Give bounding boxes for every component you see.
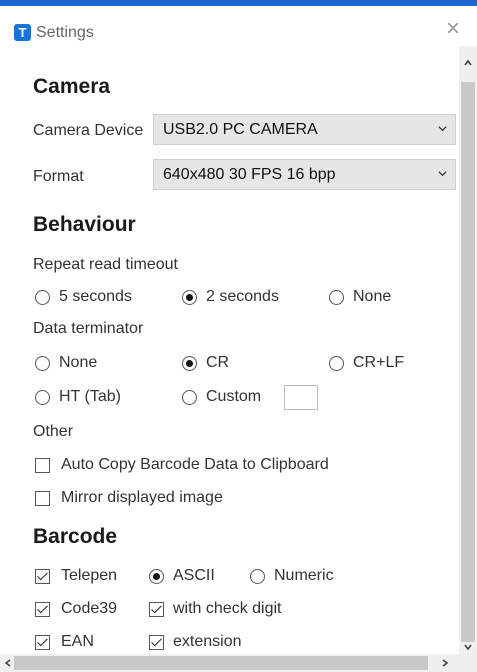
code39-checkbox[interactable] (35, 602, 50, 617)
radio-5-seconds[interactable] (35, 290, 50, 305)
custom-terminator-input[interactable] (284, 385, 318, 410)
camera-device-label: Camera Device (33, 122, 144, 139)
auto-copy-checkbox[interactable] (35, 458, 50, 473)
window-title: Settings (36, 24, 94, 41)
data-terminator-label: Data terminator (33, 320, 144, 337)
radio-telepen-numeric[interactable] (250, 569, 265, 584)
vertical-scrollbar[interactable] (459, 46, 477, 654)
other-label: Other (33, 423, 74, 440)
horizontal-scroll-thumb[interactable] (14, 656, 428, 670)
settings-content: Camera Camera Device USB2.0 PC CAMERA Fo… (0, 46, 459, 654)
behaviour-heading: Behaviour (33, 213, 136, 236)
horizontal-scrollbar[interactable] (0, 654, 459, 672)
radio-terminator-cr-label: CR (206, 354, 230, 371)
barcode-heading: Barcode (33, 525, 118, 548)
close-icon[interactable]: × (446, 17, 460, 41)
camera-heading: Camera (33, 75, 111, 98)
vertical-scroll-thumb[interactable] (461, 82, 475, 642)
radio-terminator-cr[interactable] (182, 356, 197, 371)
format-label: Format (33, 168, 84, 185)
radio-terminator-tab-label: HT (Tab) (59, 388, 121, 405)
ean-label: EAN (61, 633, 94, 650)
code39-label: Code39 (61, 600, 118, 617)
chevron-down-icon (438, 126, 447, 132)
check-digit-label: with check digit (173, 600, 282, 617)
radio-terminator-crlf[interactable] (329, 356, 344, 371)
auto-copy-label: Auto Copy Barcode Data to Clipboard (61, 456, 329, 473)
radio-telepen-ascii-label: ASCII (173, 567, 215, 584)
radio-2-seconds-label: 2 seconds (206, 288, 279, 305)
check-digit-checkbox[interactable] (149, 602, 164, 617)
radio-2-seconds[interactable] (182, 290, 197, 305)
radio-terminator-custom-label: Custom (206, 388, 262, 405)
mirror-image-label: Mirror displayed image (61, 489, 223, 506)
radio-terminator-custom[interactable] (182, 390, 197, 405)
ean-checkbox[interactable] (35, 635, 50, 650)
radio-5-seconds-label: 5 seconds (59, 288, 132, 305)
radio-terminator-tab[interactable] (35, 390, 50, 405)
repeat-read-timeout-label: Repeat read timeout (33, 256, 178, 273)
chevron-left-icon[interactable] (3, 658, 13, 668)
chevron-down-icon (438, 171, 447, 177)
radio-telepen-ascii[interactable] (149, 569, 164, 584)
telepen-checkbox[interactable] (35, 569, 50, 584)
radio-telepen-numeric-label: Numeric (274, 567, 334, 584)
scrollbar-corner (459, 654, 477, 672)
camera-device-dropdown[interactable]: USB2.0 PC CAMERA (153, 114, 456, 145)
extension-label: extension (173, 633, 242, 650)
radio-terminator-crlf-label: CR+LF (353, 354, 405, 371)
camera-device-value: USB2.0 PC CAMERA (163, 121, 318, 138)
radio-terminator-none[interactable] (35, 356, 50, 371)
chevron-up-icon[interactable] (463, 58, 473, 68)
telepen-label: Telepen (61, 567, 118, 584)
app-icon: T (14, 24, 31, 41)
chevron-down-icon[interactable] (463, 642, 473, 652)
radio-timeout-none-label: None (353, 288, 392, 305)
chevron-right-icon[interactable] (440, 658, 450, 668)
format-dropdown[interactable]: 640x480 30 FPS 16 bpp (153, 159, 456, 190)
radio-terminator-none-label: None (59, 354, 98, 371)
radio-timeout-none[interactable] (329, 290, 344, 305)
mirror-image-checkbox[interactable] (35, 491, 50, 506)
format-value: 640x480 30 FPS 16 bpp (163, 166, 336, 183)
extension-checkbox[interactable] (149, 635, 164, 650)
